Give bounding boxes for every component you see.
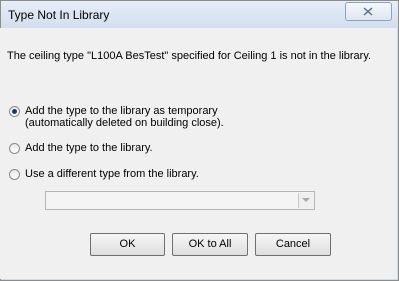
- radio-use-different[interactable]: [9, 169, 20, 180]
- option-add-permanent-label: Add the type to the library.: [25, 142, 153, 154]
- dialog-title: Type Not In Library: [8, 8, 110, 22]
- option-add-temporary-line1: Add the type to the library as temporary: [25, 105, 218, 117]
- radio-add-permanent[interactable]: [9, 143, 20, 154]
- radio-add-temporary[interactable]: [9, 106, 20, 117]
- dialog-body: The ceiling type "L100A BesTest" specifi…: [0, 28, 397, 279]
- cancel-button[interactable]: Cancel: [255, 233, 331, 256]
- library-type-select-dropdown[interactable]: [298, 193, 313, 208]
- library-type-select[interactable]: [45, 191, 315, 210]
- option-use-different-label: Use a different type from the library.: [25, 168, 199, 180]
- close-button[interactable]: [345, 2, 392, 21]
- title-bar[interactable]: Type Not In Library: [1, 1, 398, 29]
- option-add-temporary-line2: (automatically deleted on building close…: [25, 117, 224, 129]
- ok-to-all-button[interactable]: OK to All: [172, 233, 248, 256]
- radio-selected-dot: [12, 109, 17, 114]
- message-text: The ceiling type "L100A BesTest" specifi…: [7, 50, 372, 62]
- chevron-down-icon: [302, 198, 310, 202]
- close-icon: [363, 7, 373, 16]
- option-add-temporary-label: Add the type to the library as temporary…: [25, 105, 224, 129]
- ok-button[interactable]: OK: [90, 233, 165, 256]
